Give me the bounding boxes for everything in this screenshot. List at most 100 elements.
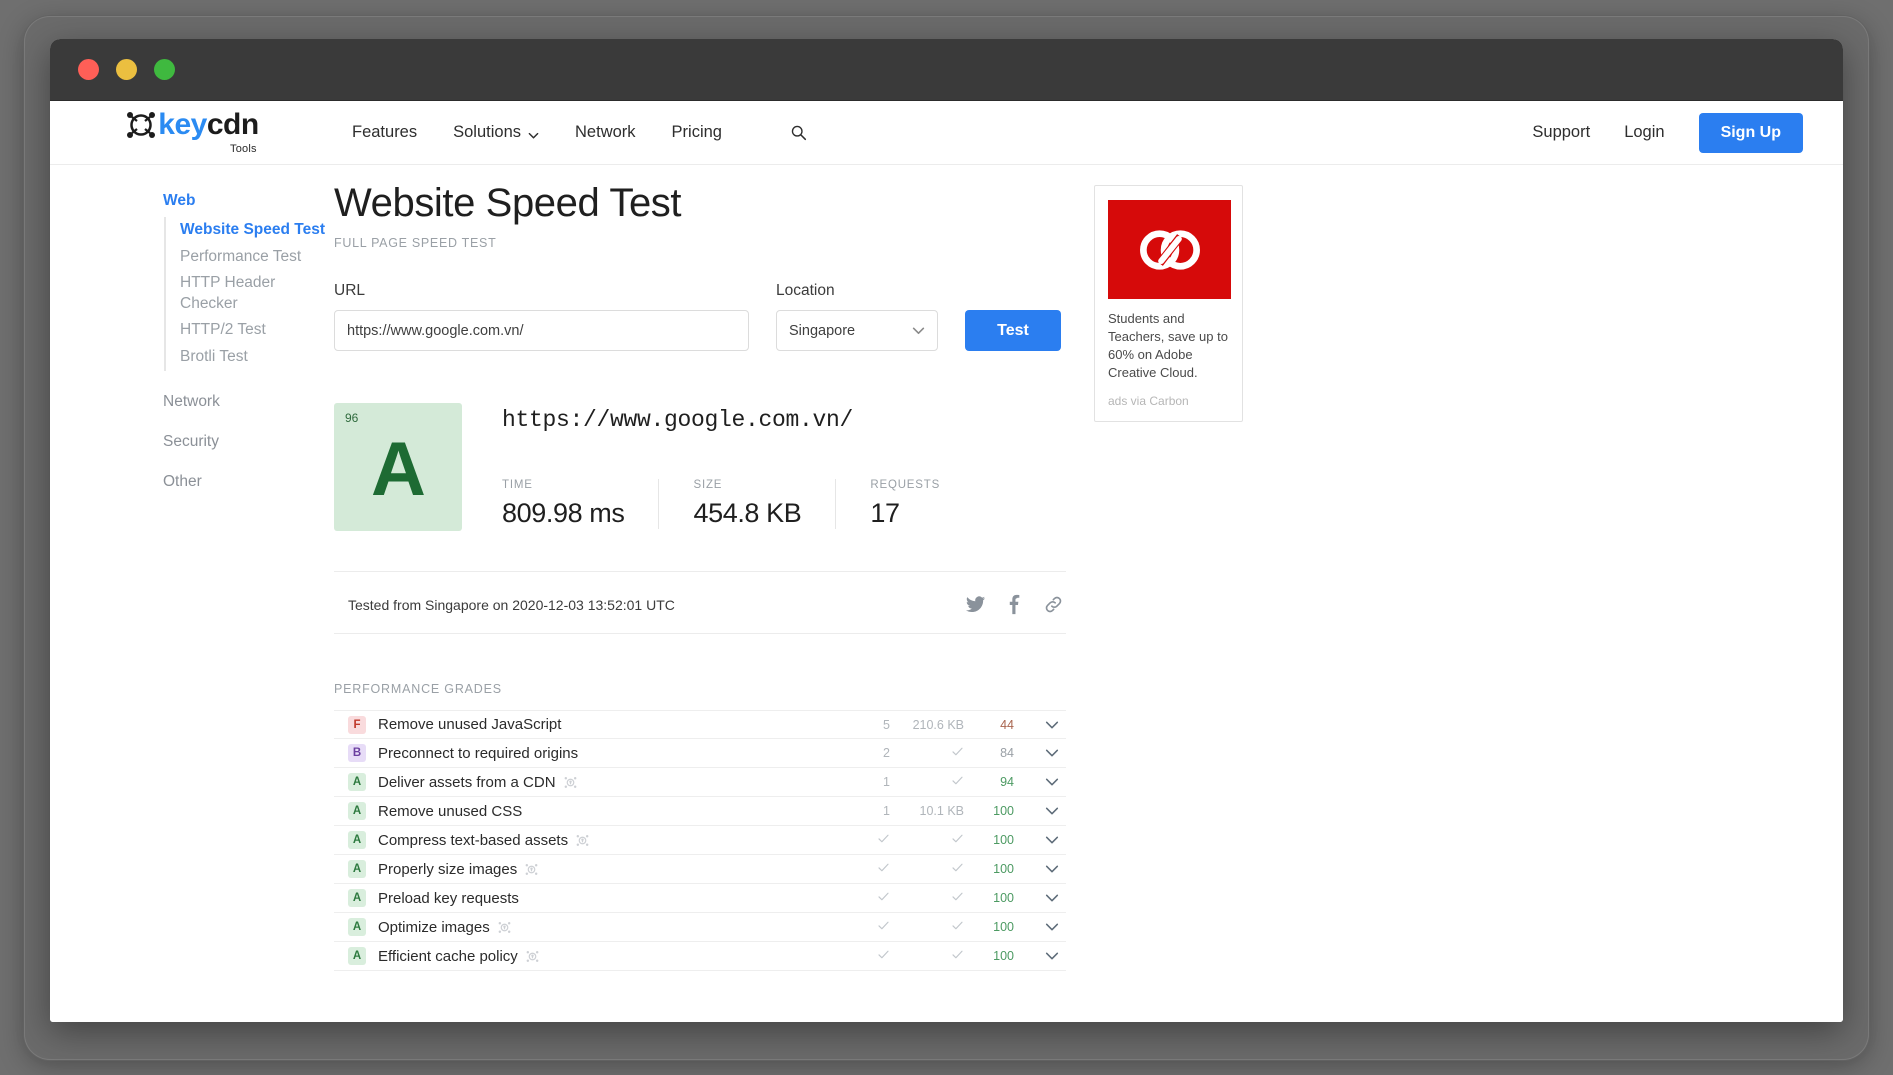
table-row[interactable]: A Deliver assets from a CDN 1 94 [334,768,1066,797]
nav-item-login[interactable]: Login [1624,123,1664,142]
grade-label-text: Preconnect to required origins [378,744,579,762]
grade-count [850,890,890,906]
location-select[interactable]: Singapore [776,310,938,351]
zoom-button[interactable] [154,59,175,80]
grade-badge: A [348,773,366,791]
nav-item-features[interactable]: Features [352,123,417,142]
chevron-down-icon[interactable] [1014,717,1064,733]
search-icon[interactable] [790,124,807,141]
location-label: Location [776,282,835,299]
page-subtitle: FULL PAGE SPEED TEST [334,236,497,250]
sidebar-item-website-speed-test[interactable]: Website Speed Test [180,217,334,244]
chevron-down-icon[interactable] [1014,745,1064,761]
page-viewport: keycdn Tools Features Solutions Network … [50,101,1843,1022]
grade-label: Efficient cache policy [378,948,539,965]
grade-score: 44 [1000,717,1014,732]
content-columns: Web Website Speed Test Performance Test … [50,165,1843,971]
location-field: Location Singapore [776,282,938,351]
table-row[interactable]: F Remove unused JavaScript 5 210.6 KB 44 [334,710,1066,739]
keycdn-mark-icon [564,776,577,789]
grade-label: Optimize images [378,919,511,936]
grade-card: 96 A [334,403,462,531]
grade-count: 5 [883,717,890,732]
logo-subtitle: Tools [230,142,257,155]
grade-metrics: 2 84 [850,745,1064,761]
nav-item-label: Solutions [453,123,522,141]
grade-label: Preconnect to required origins [378,745,578,762]
result-summary: 96 A https://www.google.com.vn/ TIME 809… [334,403,1066,531]
chevron-down-icon[interactable] [1014,774,1064,790]
nav-item-label: Pricing [671,123,722,141]
nav-item-network[interactable]: Network [575,123,636,142]
grade-badge: A [348,802,366,820]
nav-item-pricing[interactable]: Pricing [672,123,722,142]
url-input[interactable] [334,310,749,351]
grade-size [890,774,964,790]
grade-metrics: 1 10.1 KB 100 [850,803,1064,819]
sidebar-heading-other[interactable]: Other [163,473,334,491]
grade-count: 2 [883,746,890,760]
grade-metrics: 1 94 [850,774,1064,790]
ad-credit: ads via Carbon [1108,393,1189,408]
grade-score: 96 [345,411,359,425]
check-icon [890,832,964,845]
grade-label-text: Remove unused CSS [378,802,523,820]
chevron-down-icon[interactable] [1014,803,1064,819]
chevron-down-icon[interactable] [1014,890,1064,906]
nav-item-solutions[interactable]: Solutions [453,123,539,142]
browser-window: keycdn Tools Features Solutions Network … [50,39,1843,1022]
check-icon [850,861,890,874]
metric-size: SIZE 454.8 KB [658,479,835,529]
performance-grades-title: PERFORMANCE GRADES [334,682,502,696]
sidebar-heading-security[interactable]: Security [163,433,334,451]
sidebar-item-http2-test[interactable]: HTTP/2 Test [180,317,334,344]
speed-test-form: URL Location Singapore [334,282,1066,351]
chevron-down-icon[interactable] [1014,861,1064,877]
nav-right: Support Login Sign Up [1532,112,1803,153]
table-row[interactable]: A Preload key requests 100 [334,884,1066,913]
keycdn-mark-icon [576,834,589,847]
page-title: Website Speed Test [334,181,682,225]
chevron-down-icon[interactable] [1014,948,1064,964]
sidebar-item-brotli-test[interactable]: Brotli Test [180,344,334,371]
logo-area[interactable]: keycdn Tools [50,109,334,157]
table-row[interactable]: A Efficient cache policy 100 [334,942,1066,971]
ad-card[interactable]: Students and Teachers, save up to 60% on… [1094,185,1243,422]
minimize-button[interactable] [116,59,137,80]
url-label: URL [334,282,366,299]
grade-label: Preload key requests [378,890,519,907]
performance-grades-table: F Remove unused JavaScript 5 210.6 KB 44 B Pre… [334,710,1066,971]
table-row[interactable]: A Compress text-based assets 100 [334,826,1066,855]
main-content: Website Speed Test FULL PAGE SPEED TEST … [334,181,1094,971]
sidebar-heading-web[interactable]: Web [163,192,334,210]
table-row[interactable]: A Remove unused CSS 1 10.1 KB 100 [334,797,1066,826]
table-row[interactable]: B Preconnect to required origins 2 84 [334,739,1066,768]
close-button[interactable] [78,59,99,80]
share-icons [965,594,1066,615]
grade-score: 100 [993,920,1014,934]
metric-label: SIZE [693,479,723,491]
logo-text-cdn: cdn [206,107,259,141]
metric-value: 454.8 KB [693,498,802,528]
grade-metrics: 100 [850,832,1064,848]
facebook-icon[interactable] [1004,594,1025,615]
chevron-down-icon[interactable] [1014,919,1064,935]
link-icon[interactable] [1043,594,1064,615]
chevron-down-icon[interactable] [1014,832,1064,848]
sidebar-group-security: Security [163,433,334,451]
table-row[interactable]: A Properly size images 100 [334,855,1066,884]
sidebar-heading-network[interactable]: Network [163,393,334,411]
test-button[interactable]: Test [965,310,1061,351]
result-details: https://www.google.com.vn/ TIME 809.98 m… [502,403,1066,531]
grade-letter: A [371,427,426,513]
grade-label-text: Properly size images [378,860,518,878]
sign-up-button[interactable]: Sign Up [1698,112,1803,153]
sidebar-item-performance-test[interactable]: Performance Test [180,244,334,271]
twitter-icon[interactable] [965,594,986,615]
sidebar-item-http-header-checker[interactable]: HTTP Header Checker [180,270,334,317]
nav-item-support[interactable]: Support [1532,123,1590,142]
table-row[interactable]: A Optimize images 100 [334,913,1066,942]
sidebar-sublist: Website Speed Test Performance Test HTTP… [164,217,334,371]
check-icon [890,745,964,758]
grade-count [850,832,890,848]
